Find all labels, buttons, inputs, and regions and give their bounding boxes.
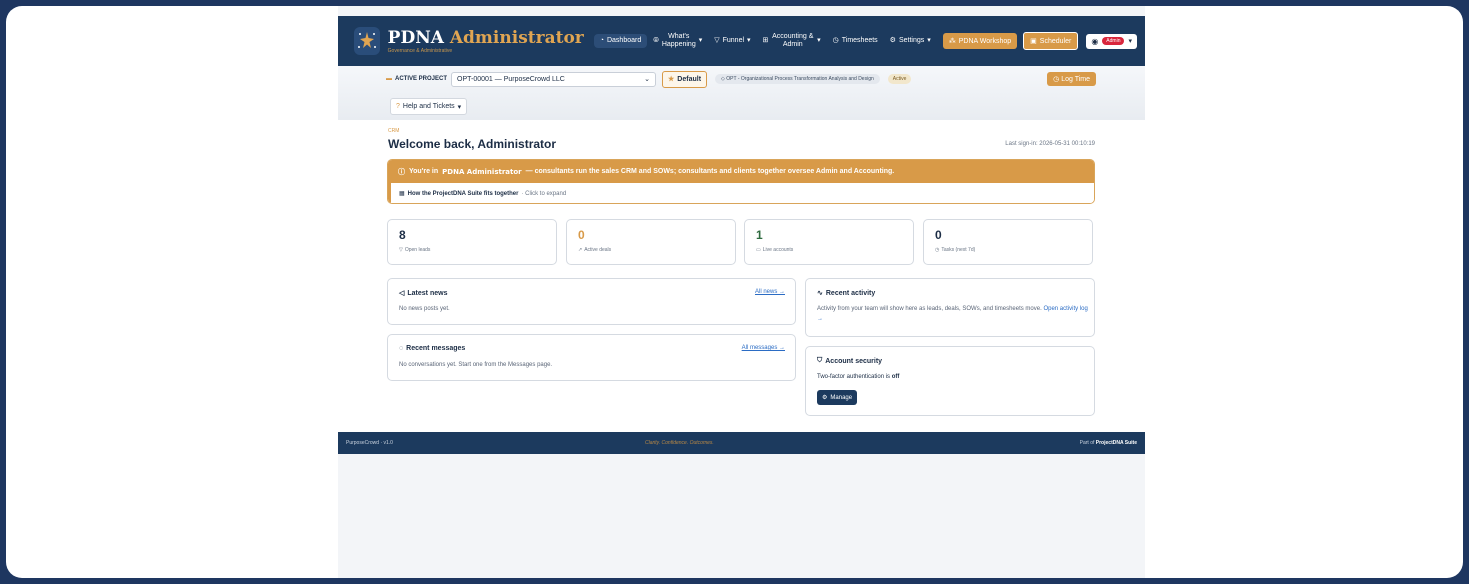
nav-timesheets[interactable]: ◷ Timesheets bbox=[827, 34, 884, 48]
card-body: No news posts yet. bbox=[399, 306, 450, 312]
last-signin: Last sign-in: 2026-05-31 00:10:19 bbox=[1005, 141, 1095, 147]
footer-tagline: Clarity. Confidence. Outcomes. bbox=[644, 440, 714, 446]
info-banner: ⓘ You're in PDNA Administrator — consult… bbox=[387, 159, 1095, 204]
section-tag: CRM bbox=[388, 128, 400, 134]
briefcase-icon: ▭ bbox=[756, 247, 761, 253]
all-news-link[interactable]: All news → bbox=[755, 289, 785, 295]
megaphone-icon: ◁ bbox=[399, 290, 405, 297]
grid-icon: ▦ bbox=[399, 191, 405, 197]
card-title: ⛉ Account security bbox=[817, 357, 883, 365]
project-type-chip: ◇ OPT - Organizational Process Transform… bbox=[715, 74, 880, 84]
card-body: Activity from your team will show here a… bbox=[817, 306, 1088, 322]
scheduler-button[interactable]: ▣ Scheduler bbox=[1023, 32, 1079, 50]
all-messages-link[interactable]: All messages → bbox=[742, 345, 785, 351]
chat-icon: ◌ bbox=[399, 345, 404, 352]
project-row: ▬ ACTIVE PROJECT OPT-00001 — PurposeCrowd… bbox=[386, 70, 1096, 88]
chevron-down-icon: ▾ bbox=[817, 37, 821, 44]
stat-label: ↗ Active deals bbox=[578, 247, 612, 253]
star-icon: ★ bbox=[668, 76, 675, 83]
suite-expander[interactable]: ▦ How the ProjectDNA Suite fits together… bbox=[388, 183, 1094, 203]
recent-messages-card: ◌ Recent messages All messages → No conve… bbox=[387, 334, 796, 381]
chevron-down-icon: ▾ bbox=[747, 37, 751, 44]
info-icon: ⓘ bbox=[398, 168, 405, 176]
nav-whats-happening[interactable]: ⦾ What's Happening ▾ bbox=[647, 30, 708, 52]
logo[interactable] bbox=[354, 27, 380, 55]
clock-icon: ◷ bbox=[832, 37, 839, 44]
recent-activity-card: ∿ Recent activity Activity from your team… bbox=[805, 278, 1095, 337]
shield-icon: ⛉ bbox=[817, 357, 823, 364]
project-select[interactable]: OPT-00001 — PurposeCrowd LLC ⌄ bbox=[451, 71, 657, 87]
card-body: No conversations yet. Start one from the… bbox=[399, 362, 553, 368]
stat-live-accounts[interactable]: 1 ▭ Live accounts bbox=[744, 219, 914, 265]
trend-icon: ↗ bbox=[578, 247, 583, 253]
tag-icon: ◇ bbox=[721, 76, 725, 82]
help-icon: ? bbox=[396, 103, 400, 110]
brand-title: PDNA Administrator bbox=[387, 27, 584, 48]
gear-icon: ⚙ bbox=[889, 37, 896, 44]
active-project-label: ▬ ACTIVE PROJECT bbox=[386, 76, 448, 82]
browser-frame: PDNA Administrator Governance & Administ… bbox=[6, 6, 1463, 578]
logo-star-icon bbox=[357, 32, 376, 48]
main-content: CRM Welcome back, Administrator Last sig… bbox=[338, 120, 1145, 432]
user-avatar-icon: ◉ bbox=[1091, 36, 1099, 46]
page-background bbox=[338, 454, 1145, 578]
stat-tasks[interactable]: 0 ◷ Tasks (next 7d) bbox=[923, 219, 1093, 265]
banner-message: ⓘ You're in PDNA Administrator — consult… bbox=[388, 160, 1094, 183]
app-window: PDNA Administrator Governance & Administ… bbox=[338, 6, 1145, 578]
chevron-down-icon: ▾ bbox=[698, 37, 703, 44]
chevron-down-icon: ▾ bbox=[927, 37, 931, 44]
hierarchy-icon: ⁂ bbox=[948, 38, 956, 45]
card-title: ◁ Latest news bbox=[399, 289, 448, 298]
activity-icon: ∿ bbox=[817, 290, 823, 297]
brand-subtitle: Governance & Administrative bbox=[387, 47, 453, 54]
latest-news-card: ◁ Latest news All news → No news posts ye… bbox=[387, 278, 796, 325]
gauge-icon: ◔ bbox=[599, 37, 604, 44]
card-body: Two-factor authentication is off bbox=[817, 374, 900, 380]
brand[interactable]: PDNA Administrator Governance & Administ… bbox=[388, 29, 584, 54]
clock-icon: ◷ bbox=[1053, 76, 1060, 83]
card-title: ◌ Recent messages bbox=[399, 345, 466, 352]
page-title: Welcome back, Administrator bbox=[388, 137, 557, 151]
broadcast-icon: ⦾ bbox=[653, 37, 659, 44]
pdna-workshop-button[interactable]: ⁂ PDNA Workshop bbox=[942, 33, 1018, 49]
user-menu-button[interactable]: ◉ Admin ▾ bbox=[1086, 33, 1137, 49]
briefcase-icon: ▬ bbox=[386, 76, 392, 82]
gear-icon: ⚙ bbox=[822, 395, 828, 401]
calendar-icon: ▣ bbox=[1030, 38, 1037, 45]
stat-label: ▭ Live accounts bbox=[756, 247, 794, 253]
top-navbar: PDNA Administrator Governance & Administ… bbox=[338, 16, 1145, 66]
nav-dashboard[interactable]: ◔ Dashboard bbox=[593, 34, 648, 48]
chevron-down-icon: ▾ bbox=[457, 103, 462, 111]
status-badge: Active bbox=[887, 74, 912, 84]
stat-active-deals[interactable]: 0 ↗ Active deals bbox=[566, 219, 736, 265]
chevron-down-icon: ⌄ bbox=[644, 76, 651, 83]
nav-settings[interactable]: ⚙ Settings ▾ bbox=[884, 34, 937, 48]
funnel-icon: ▽ bbox=[714, 37, 720, 44]
help-tickets-button[interactable]: ? Help and Tickets ▾ bbox=[390, 98, 468, 115]
stat-value: 8 bbox=[399, 228, 406, 242]
stat-value: 0 bbox=[578, 228, 585, 242]
default-project-button[interactable]: ★ Default bbox=[662, 70, 708, 88]
project-bar: ▬ ACTIVE PROJECT OPT-00001 — PurposeCrowd… bbox=[338, 66, 1145, 120]
stat-value: 1 bbox=[756, 228, 763, 242]
nav-accounting-admin[interactable]: ⊞ Accounting & Admin ▾ bbox=[757, 30, 827, 52]
stat-label: ▽ Open leads bbox=[399, 247, 431, 253]
stat-label: ◷ Tasks (next 7d) bbox=[935, 247, 976, 253]
card-title: ∿ Recent activity bbox=[817, 289, 876, 298]
stat-value: 0 bbox=[935, 228, 942, 242]
admin-badge: Admin bbox=[1102, 37, 1125, 45]
funnel-icon: ▽ bbox=[399, 247, 403, 253]
log-time-button[interactable]: ◷ Log Time bbox=[1047, 72, 1096, 86]
two-factor-state: off bbox=[891, 374, 900, 380]
clock-icon: ◷ bbox=[935, 247, 940, 253]
footer-suite: Part of ProjectDNA Suite bbox=[1079, 440, 1137, 446]
footer: PurposeCrowd · v1.0 Clarity. Confidence.… bbox=[338, 432, 1145, 454]
account-security-card: ⛉ Account security Two-factor authenticat… bbox=[805, 346, 1095, 416]
stat-open-leads[interactable]: 8 ▽ Open leads bbox=[387, 219, 557, 265]
nav-funnel[interactable]: ▽ Funnel ▾ bbox=[708, 34, 756, 48]
manage-security-button[interactable]: ⚙ Manage bbox=[817, 390, 858, 405]
footer-version: PurposeCrowd · v1.0 bbox=[346, 440, 393, 446]
chevron-down-icon: ▾ bbox=[1128, 38, 1132, 45]
ledger-icon: ⊞ bbox=[762, 37, 769, 44]
